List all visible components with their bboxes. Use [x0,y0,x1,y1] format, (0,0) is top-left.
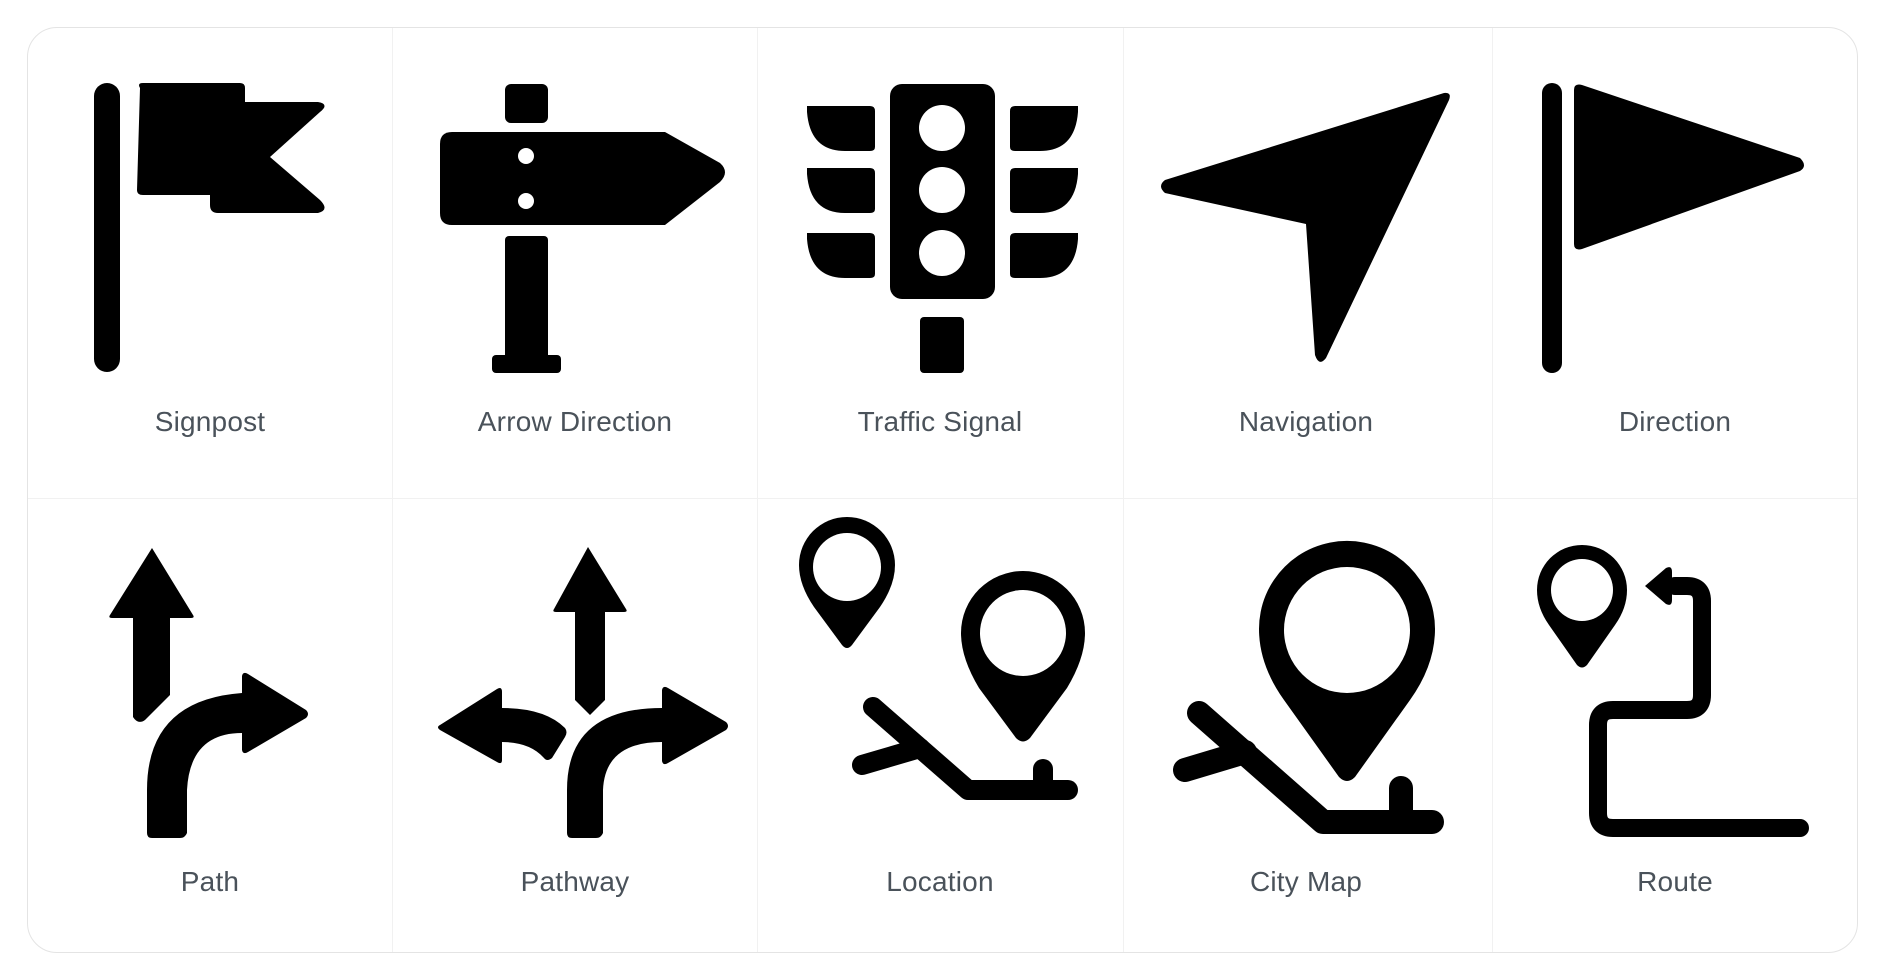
icon-label: Signpost [154,406,266,437]
icon-tile-pathway: Pathway [392,498,758,953]
icon-tile-path: Path [27,498,393,953]
icon-tile-direction: Direction [1492,0,1858,498]
icon-label: Route [1637,866,1713,897]
icon-label: City Map [1249,866,1363,897]
icon-label: Arrow Direction [477,406,673,437]
icon-label: Location [886,866,994,897]
icon-tile-city-map: City Map [1123,498,1489,953]
icon-tile-signpost: Signpost [27,0,393,498]
icon-tile-arrow-direction: Arrow Direction [392,0,758,498]
icon-label: Traffic Signal [857,406,1023,437]
icon-label: Pathway [520,866,630,897]
icon-label: Direction [1618,406,1732,437]
icon-label: Path [180,866,240,897]
icon-tile-route: Route [1492,498,1858,953]
icon-tile-traffic-signal: Traffic Signal [757,0,1123,498]
icon-tile-navigation: Navigation [1123,0,1489,498]
icon-tile-location: Location [757,498,1123,953]
icon-label: Navigation [1238,406,1374,437]
